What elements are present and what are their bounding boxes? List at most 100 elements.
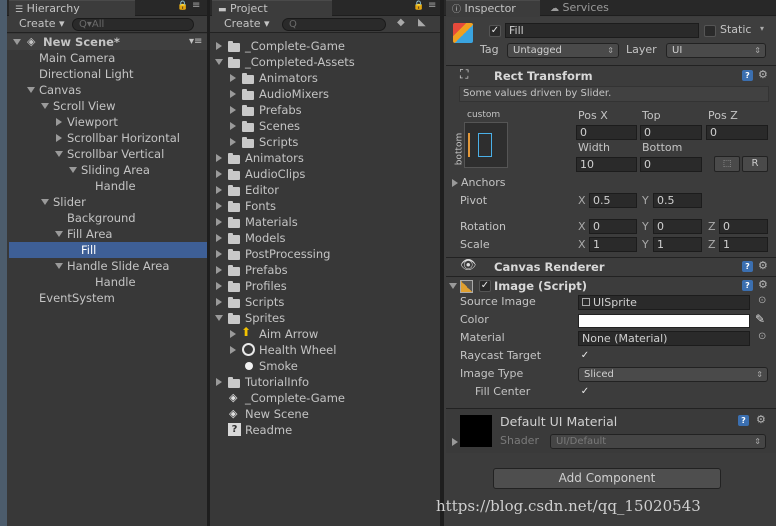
project-item[interactable]: New Scene xyxy=(245,406,309,422)
expand-arrow-icon[interactable] xyxy=(215,59,223,65)
collapse-arrow-icon[interactable] xyxy=(216,234,222,242)
static-checkbox[interactable] xyxy=(704,25,716,37)
expand-arrow-icon[interactable] xyxy=(41,103,49,109)
lock-icon[interactable]: 🔒 xyxy=(177,1,188,11)
expand-arrow-icon[interactable] xyxy=(27,87,35,93)
scene-row[interactable]: ◈ New Scene* ▾≡ xyxy=(7,34,207,50)
pos-z-field[interactable]: 0 xyxy=(706,125,768,140)
collapse-arrow-icon[interactable] xyxy=(56,118,62,126)
pivot-x-field[interactable]: 0.5 xyxy=(589,193,637,208)
project-item[interactable]: Animators xyxy=(259,70,318,86)
color-swatch[interactable] xyxy=(578,314,750,328)
collapse-arrow-icon[interactable] xyxy=(230,74,236,82)
tree-item[interactable]: Sliding Area xyxy=(81,162,150,178)
expand-arrow-icon[interactable] xyxy=(55,151,63,157)
project-item[interactable]: Models xyxy=(245,230,286,246)
project-item[interactable]: _Complete-Game xyxy=(245,390,345,406)
project-item[interactable]: Profiles xyxy=(245,278,287,294)
tab-services[interactable]: ☁ Services xyxy=(544,0,640,16)
scale-x-field[interactable]: 1 xyxy=(589,237,637,252)
tab-hierarchy[interactable]: ☰ Hierarchy xyxy=(9,0,135,16)
static-dropdown-icon[interactable]: ▾ xyxy=(760,24,764,33)
component-enabled-checkbox[interactable]: ✓ xyxy=(479,280,491,292)
project-item[interactable]: Fonts xyxy=(245,198,276,214)
layer-dropdown[interactable]: UI xyxy=(666,43,766,58)
create-button[interactable]: Create ▾ xyxy=(218,17,270,31)
lock-icon[interactable]: 🔒 xyxy=(413,1,424,11)
object-picker-icon[interactable]: ⊙ xyxy=(758,295,766,306)
source-image-field[interactable]: UISprite xyxy=(578,295,750,310)
tree-item[interactable]: Directional Light xyxy=(39,66,134,82)
expand-arrow-icon[interactable] xyxy=(13,39,21,45)
collapse-arrow-icon[interactable] xyxy=(216,266,222,274)
width-field[interactable]: 10 xyxy=(576,157,637,172)
gear-icon[interactable]: ⚙ xyxy=(756,414,766,426)
raw-edit-button[interactable]: R xyxy=(742,156,768,172)
tree-item[interactable]: Main Camera xyxy=(39,50,115,66)
collapse-arrow-icon[interactable] xyxy=(216,282,222,290)
collapse-arrow-icon[interactable] xyxy=(56,134,62,142)
tree-item[interactable]: EventSystem xyxy=(39,290,115,306)
top-field[interactable]: 0 xyxy=(640,125,702,140)
collapse-arrow-icon[interactable] xyxy=(452,179,458,187)
collapse-arrow-icon[interactable] xyxy=(216,378,222,386)
bottom-field[interactable]: 0 xyxy=(640,157,702,172)
tree-item[interactable]: Scroll View xyxy=(53,98,115,114)
expand-arrow-icon[interactable] xyxy=(449,283,457,289)
project-item[interactable]: Scenes xyxy=(259,118,300,134)
tree-item[interactable]: Handle Slide Area xyxy=(67,258,169,274)
anchor-preset-button[interactable] xyxy=(464,122,508,168)
project-item[interactable]: Scripts xyxy=(245,294,284,310)
project-item[interactable]: Sprites xyxy=(245,310,285,326)
tag-dropdown[interactable]: Untagged xyxy=(507,43,619,58)
collapse-arrow-icon[interactable] xyxy=(452,438,458,446)
scene-menu-icon[interactable]: ▾≡ xyxy=(189,34,202,50)
project-item[interactable]: _Completed-Assets xyxy=(245,54,355,70)
tree-item[interactable]: Scrollbar Horizontal xyxy=(67,130,180,146)
tree-item[interactable]: Background xyxy=(67,210,136,226)
collapse-arrow-icon[interactable] xyxy=(216,298,222,306)
expand-arrow-icon[interactable] xyxy=(215,315,223,321)
gear-icon[interactable]: ⚙ xyxy=(758,260,768,272)
tab-inspector[interactable]: ⓘ Inspector xyxy=(446,0,540,16)
project-item[interactable]: Animators xyxy=(245,150,304,166)
collapse-arrow-icon[interactable] xyxy=(230,330,236,338)
expand-arrow-icon[interactable] xyxy=(69,167,77,173)
object-picker-icon[interactable]: ⊙ xyxy=(758,331,766,342)
scale-y-field[interactable]: 1 xyxy=(653,237,702,252)
gear-icon[interactable]: ⚙ xyxy=(758,69,768,81)
eyedropper-icon[interactable]: ✎ xyxy=(755,312,765,326)
tab-project[interactable]: ▬ Project xyxy=(212,0,332,16)
raycast-target-checkbox[interactable]: ✓ xyxy=(579,350,591,362)
expand-arrow-icon[interactable] xyxy=(55,231,63,237)
blueprint-mode-button[interactable]: ⬚ xyxy=(714,156,740,172)
active-checkbox[interactable]: ✓ xyxy=(489,25,501,37)
rotation-z-field[interactable]: 0 xyxy=(719,219,768,234)
project-item[interactable]: TutorialInfo xyxy=(245,374,309,390)
object-name-field[interactable]: Fill xyxy=(505,23,699,38)
pos-x-field[interactable]: 0 xyxy=(576,125,637,140)
tree-item[interactable]: Slider xyxy=(53,194,86,210)
tree-item[interactable]: Handle xyxy=(95,178,136,194)
project-item[interactable]: Health Wheel xyxy=(259,342,336,358)
collapse-arrow-icon[interactable] xyxy=(216,250,222,258)
project-item[interactable]: Readme xyxy=(245,422,292,438)
tree-item-selected[interactable]: Fill xyxy=(9,242,207,258)
help-book-icon[interactable]: ? xyxy=(738,415,749,426)
expand-arrow-icon[interactable] xyxy=(55,263,63,269)
filter-label-icon[interactable]: ◣ xyxy=(418,17,426,28)
collapse-arrow-icon[interactable] xyxy=(216,42,222,50)
project-item[interactable]: AudioClips xyxy=(245,166,305,182)
help-book-icon[interactable]: ? xyxy=(742,261,753,272)
help-book-icon[interactable]: ? xyxy=(742,70,753,81)
expand-arrow-icon[interactable] xyxy=(41,199,49,205)
tree-item[interactable]: Scrollbar Vertical xyxy=(67,146,164,162)
filter-type-icon[interactable]: ◆ xyxy=(397,17,405,28)
create-button[interactable]: Create ▾ xyxy=(13,17,65,31)
collapse-arrow-icon[interactable] xyxy=(230,138,236,146)
tree-item[interactable]: Viewport xyxy=(67,114,118,130)
project-item[interactable]: _Complete-Game xyxy=(245,38,345,54)
search-input[interactable]: Q xyxy=(282,18,386,31)
help-book-icon[interactable]: ? xyxy=(742,280,753,291)
tree-item[interactable]: Handle xyxy=(95,274,136,290)
